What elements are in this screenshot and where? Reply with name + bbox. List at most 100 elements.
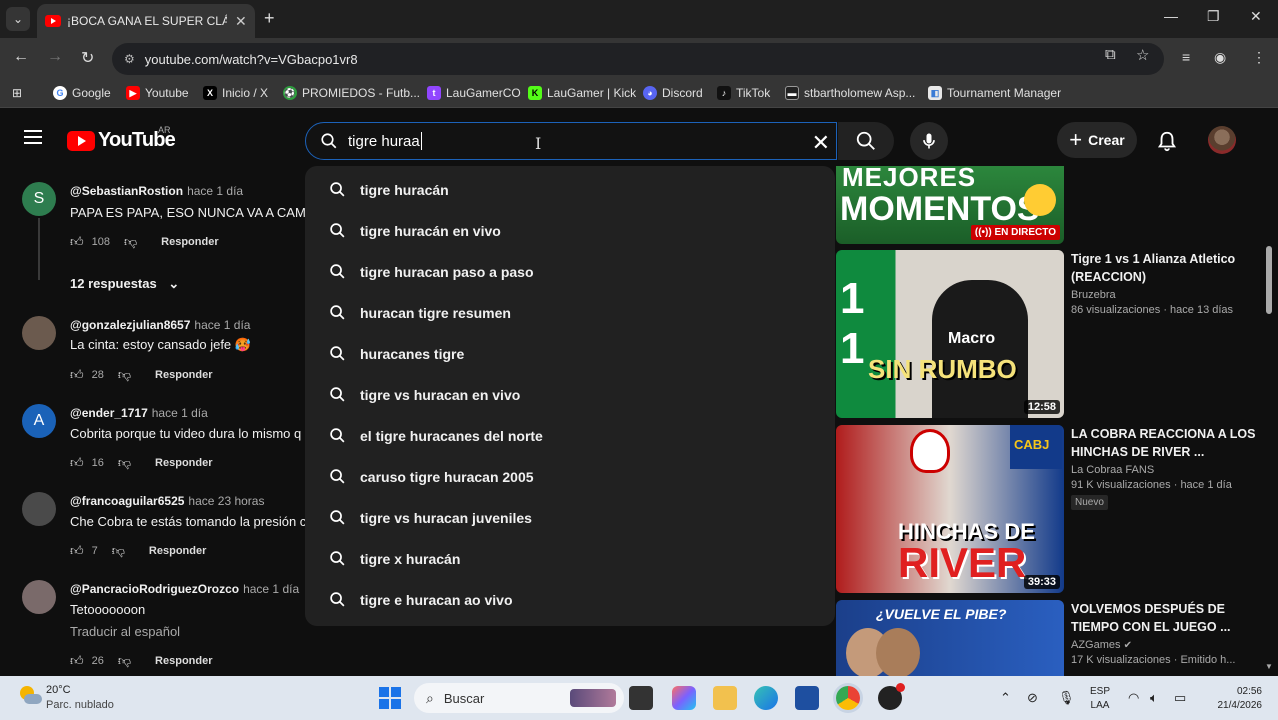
video-info[interactable]: Tigre 1 vs 1 Alianza Atletico (REACCION)… xyxy=(1071,250,1256,316)
dislike-icon[interactable]: 👎︎ xyxy=(118,653,131,669)
browser-tab-active[interactable]: ¡BOCA GANA EL SUPER CLÁSICO ✕ xyxy=(37,4,255,38)
system-clock[interactable]: 02:56 21/4/2026 xyxy=(1208,685,1263,713)
new-tab-icon[interactable]: + xyxy=(264,8,275,29)
reply-button[interactable]: Responder xyxy=(155,655,212,667)
windows-start-icon[interactable] xyxy=(379,687,403,711)
replies-toggle[interactable]: 12 respuestas ⌄ xyxy=(70,276,179,292)
like-icon[interactable]: 👍︎ xyxy=(70,234,84,250)
store-icon[interactable] xyxy=(795,686,819,710)
menu-dots-icon[interactable]: ⋮ xyxy=(1252,49,1266,66)
bookmark-google[interactable]: G Google xyxy=(53,86,111,100)
suggestion-item[interactable]: tigre vs huracan en vivo xyxy=(305,374,835,415)
scroll-down-arrow-icon[interactable]: ▼ xyxy=(1265,662,1273,671)
bookmark-kick[interactable]: K LauGamer | Kick xyxy=(528,86,636,100)
bookmark-stbartholomew[interactable]: ▬ stbartholomew Asp... xyxy=(785,86,915,100)
wifi-icon[interactable]: ◠ xyxy=(1128,690,1139,706)
language-indicator[interactable]: ESP LAA xyxy=(1090,685,1110,713)
suggestion-item[interactable]: huracan tigre resumen xyxy=(305,292,835,333)
video-info[interactable]: LA COBRA REACCIONA A LOS HINCHAS DE RIVE… xyxy=(1071,425,1256,510)
battery-icon[interactable]: ▭ xyxy=(1174,690,1186,706)
hamburger-menu-icon[interactable] xyxy=(24,130,42,144)
bookmark-star-icon[interactable]: ☆ xyxy=(1136,46,1149,64)
reply-button[interactable]: Responder xyxy=(149,545,206,557)
bookmark-x[interactable]: X Inicio / X xyxy=(203,86,268,100)
search-button[interactable] xyxy=(838,122,894,160)
dislike-icon[interactable]: 👎︎ xyxy=(124,234,137,250)
suggestion-item[interactable]: tigre huracán en vivo xyxy=(305,210,835,251)
bookmark-youtube[interactable]: ▶ Youtube xyxy=(126,86,189,100)
tray-chevron-up-icon[interactable]: ⌃ xyxy=(1000,690,1011,706)
suggestion-item[interactable]: caruso tigre huracan 2005 xyxy=(305,456,835,497)
account-avatar[interactable] xyxy=(1208,126,1236,154)
site-info-icon[interactable]: ⚙ xyxy=(124,52,135,66)
task-view-icon[interactable] xyxy=(629,686,653,710)
forward-icon[interactable]: → xyxy=(47,48,63,66)
dislike-icon[interactable]: 👎︎ xyxy=(112,543,125,559)
app-icon[interactable] xyxy=(878,683,905,710)
copilot-icon[interactable] xyxy=(672,686,696,710)
suggestion-item[interactable]: tigre huracan paso a paso xyxy=(305,251,835,292)
edge-icon[interactable] xyxy=(754,686,778,710)
comment-author[interactable]: @SebastianRostion hace 1 día xyxy=(70,184,243,198)
translate-link[interactable]: Traducir al español xyxy=(70,624,180,639)
chrome-icon[interactable] xyxy=(836,686,860,710)
comment-author[interactable]: @gonzalezjulian8657 hace 1 día xyxy=(70,318,250,332)
like-icon[interactable]: 👍︎ xyxy=(70,455,84,471)
suggestion-item[interactable]: tigre huracán xyxy=(305,169,835,210)
reload-icon[interactable]: ↻ xyxy=(81,48,94,68)
suggestion-item[interactable]: huracanes tigre xyxy=(305,333,835,374)
close-window-icon[interactable]: ✕ xyxy=(1250,8,1262,25)
bookmark-promiedos[interactable]: ⚽ PROMIEDOS - Futb... xyxy=(283,86,420,100)
bookmark-twitch[interactable]: t LauGamerCO xyxy=(427,86,521,100)
avatar[interactable] xyxy=(22,580,56,614)
network-off-icon[interactable]: ⊘ xyxy=(1027,690,1038,706)
voice-search-button[interactable] xyxy=(910,122,948,160)
profile-icon[interactable]: ◉ xyxy=(1214,49,1226,66)
video-thumbnail[interactable]: CABJ HINCHAS DE RIVER 39:33 xyxy=(836,425,1064,593)
clear-search-icon[interactable]: ✕ xyxy=(812,130,830,156)
apps-grid-icon[interactable]: ⊞ xyxy=(12,86,22,100)
comment-author[interactable]: @PancracioRodriguezOrozco hace 1 día xyxy=(70,582,299,596)
notifications-bell-icon[interactable] xyxy=(1156,130,1178,152)
dislike-icon[interactable]: 👎︎ xyxy=(118,455,131,471)
suggestion-item[interactable]: tigre e huracan ao vivo xyxy=(305,579,835,620)
avatar[interactable] xyxy=(22,492,56,526)
install-app-icon[interactable]: ⧉ xyxy=(1105,46,1116,63)
video-info[interactable]: VOLVEMOS DESPUÉS DE TIEMPO CON EL JUEGO … xyxy=(1071,600,1256,666)
dislike-icon[interactable]: 👎︎ xyxy=(118,367,131,383)
reply-button[interactable]: Responder xyxy=(161,236,218,248)
like-icon[interactable]: 👍︎ xyxy=(70,543,84,559)
bookmark-tiktok[interactable]: ♪ TikTok xyxy=(717,86,770,100)
comment-author[interactable]: @ender_1717 hace 1 día xyxy=(70,406,208,420)
back-icon[interactable]: ← xyxy=(13,48,29,66)
media-control-icon[interactable]: ≡ xyxy=(1182,49,1190,65)
weather-cloud-sun-icon[interactable] xyxy=(18,684,42,708)
like-icon[interactable]: 👍︎ xyxy=(70,367,84,383)
taskbar-search[interactable]: ⌕ Buscar xyxy=(414,683,624,713)
create-button[interactable]: + Crear xyxy=(1057,122,1137,158)
video-thumbnail[interactable]: 1 1 Macro SIN RUMBO 12:58 xyxy=(836,250,1064,418)
scrollbar-thumb[interactable] xyxy=(1266,246,1272,314)
volume-icon[interactable]: 🔈︎ xyxy=(1150,690,1158,706)
comment-author[interactable]: @francoaguilar6525 hace 23 horas xyxy=(70,494,264,508)
video-thumbnail[interactable]: ¿VUELVE EL PIBE? xyxy=(836,600,1064,676)
search-input[interactable]: tigre huraa ✕ xyxy=(305,122,837,160)
suggestion-item[interactable]: el tigre huracanes del norte xyxy=(305,415,835,456)
address-bar[interactable]: ⚙ youtube.com/watch?v=VGbacpo1vr8 xyxy=(112,43,1164,75)
avatar[interactable]: S xyxy=(22,182,56,216)
minimize-icon[interactable]: — xyxy=(1164,8,1178,24)
suggestion-item[interactable]: tigre vs huracan juveniles xyxy=(305,497,835,538)
like-icon[interactable]: 👍︎ xyxy=(70,653,84,669)
avatar[interactable]: A xyxy=(22,404,56,438)
restore-icon[interactable]: ❐ xyxy=(1207,8,1220,25)
video-thumbnail[interactable]: MEJORES MOMENTOS ((•)) EN DIRECTO xyxy=(836,166,1064,244)
microphone-icon[interactable]: 🎙︎ xyxy=(1058,690,1075,706)
bookmark-discord[interactable]: ◕ Discord xyxy=(643,86,703,100)
reply-button[interactable]: Responder xyxy=(155,457,212,469)
avatar[interactable] xyxy=(22,316,56,350)
bookmark-tournament[interactable]: ◧ Tournament Manager xyxy=(928,86,1061,100)
suggestion-item[interactable]: tigre x huracán xyxy=(305,538,835,579)
tab-close-icon[interactable]: ✕ xyxy=(235,13,247,30)
reply-button[interactable]: Responder xyxy=(155,369,212,381)
tab-search-button[interactable]: ⌄ xyxy=(6,7,30,31)
